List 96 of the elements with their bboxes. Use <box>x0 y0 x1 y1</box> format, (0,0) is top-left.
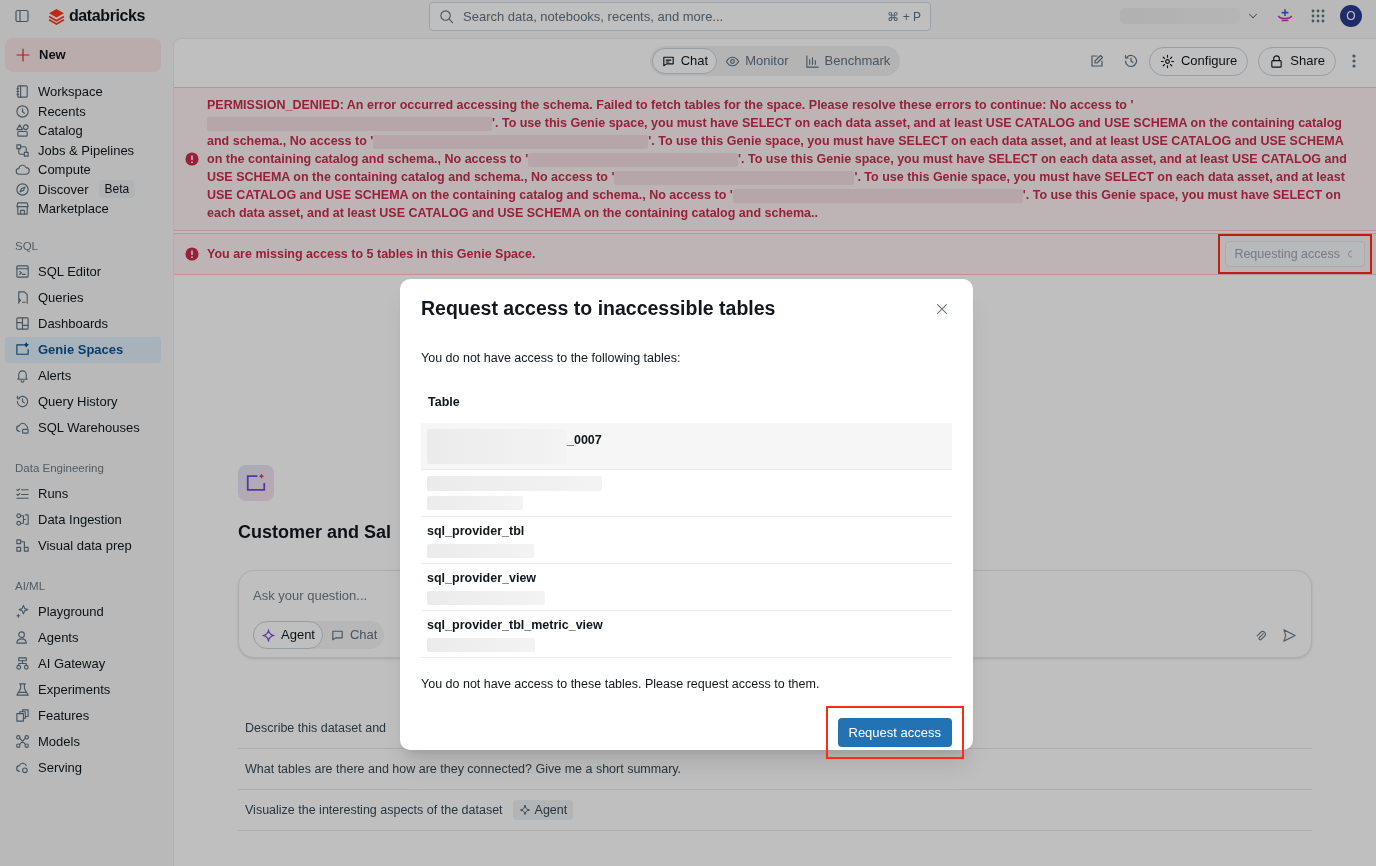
column-header: Table <box>427 394 461 412</box>
data-prep-icon <box>15 538 30 553</box>
search-icon <box>439 8 455 24</box>
flask-icon <box>15 682 30 697</box>
sidebar-item[interactable]: Query History <box>5 388 161 415</box>
beta-badge: Beta <box>98 180 136 199</box>
warehouse-icon <box>15 420 30 435</box>
book-icon <box>15 84 30 100</box>
sidebar-item[interactable]: Playground <box>5 598 161 625</box>
dashboard-icon <box>15 316 30 331</box>
bar-chart-icon <box>804 53 820 69</box>
view-tab[interactable]: Chat <box>651 48 718 74</box>
sidebar-item[interactable]: Discover Beta <box>5 179 161 199</box>
suggestion-text: Visualize the interesting aspects of the dataset <box>245 801 503 819</box>
shortcut-hint: ⌘ + P <box>887 8 922 26</box>
sidebar-item[interactable]: Queries <box>5 284 161 311</box>
compass-icon <box>15 181 30 197</box>
sidebar-item[interactable]: Catalog <box>5 121 161 141</box>
ingestion-icon <box>15 512 30 527</box>
view-tab[interactable]: Monitor <box>717 48 797 74</box>
sidebar-item[interactable]: Compute <box>5 160 161 180</box>
sidebar-item[interactable]: Workspace <box>5 82 161 102</box>
sidebar-item[interactable]: Dashboards <box>5 310 161 337</box>
sidebar-item[interactable]: Features <box>5 702 161 729</box>
request-access-button[interactable]: Request access <box>837 717 952 747</box>
sidebar-item[interactable]: Runs <box>5 480 161 507</box>
send-icon <box>1282 627 1297 643</box>
terminal-icon <box>15 264 30 279</box>
cloud-gear-icon <box>15 760 30 775</box>
apps-grid-icon[interactable] <box>1310 8 1326 24</box>
history-icon <box>1122 53 1139 69</box>
logo-icon <box>48 7 65 25</box>
error-icon <box>185 247 199 261</box>
edit-icon <box>1088 53 1105 69</box>
sidebar-item[interactable]: Jobs & Pipelines <box>5 140 161 160</box>
network-icon <box>15 734 30 749</box>
sparkle-board-icon <box>245 472 267 494</box>
sidebar-toggle-icon <box>14 8 30 24</box>
sidebar-item[interactable]: SQL Editor <box>5 258 161 285</box>
sidebar-item[interactable]: AI Gateway <box>5 650 161 677</box>
sidebar-item[interactable]: Data Ingestion <box>5 506 161 533</box>
agent-icon <box>518 804 531 816</box>
modal-footer-text: You do not have access to these tables. Please request access to them. <box>421 676 821 693</box>
plus-icon <box>15 47 31 63</box>
view-tab[interactable]: Benchmark <box>796 48 899 74</box>
suggestion-text: Describe this dataset and <box>245 719 387 737</box>
sidebar-item[interactable]: Alerts <box>5 362 161 389</box>
history-icon <box>15 394 30 409</box>
section-title: SQL <box>14 238 39 254</box>
table-name: sql_provider_tbl <box>427 523 526 539</box>
sidebar-item[interactable]: Visual data prep <box>5 532 161 559</box>
sidebar-item[interactable]: Marketplace <box>5 199 161 219</box>
store-icon <box>15 201 30 217</box>
missing-access-message: You are missing access to 5 tables in this Genie Space. <box>207 245 536 263</box>
clock-icon <box>15 103 30 119</box>
workflow-icon <box>15 142 30 158</box>
sidebar-item[interactable]: Recents <box>5 101 161 121</box>
table-row[interactable]: _0007 <box>421 423 952 470</box>
agent-chip: Agent <box>512 800 574 820</box>
table-name: sql_provider_view <box>427 570 538 586</box>
modal-title: Request access to inaccessible tables <box>421 296 776 321</box>
section-title: AI/ML <box>14 578 47 594</box>
gateway-icon <box>15 656 30 671</box>
sidebar-item[interactable]: SQL Warehouses <box>5 414 161 441</box>
lock-icon <box>1269 53 1285 69</box>
section-title: Data Engineering <box>14 460 105 476</box>
sidebar-item[interactable]: Models <box>5 728 161 755</box>
stack-icon <box>15 708 30 723</box>
mode-option[interactable]: Agent <box>253 621 323 649</box>
sparkle-board-icon <box>15 342 30 357</box>
gear-icon <box>1159 53 1175 69</box>
brand-name: databricks <box>69 6 146 26</box>
sidebar-item[interactable]: Serving <box>5 754 161 781</box>
bell-icon <box>15 368 30 383</box>
mode-option[interactable]: Chat <box>323 621 385 649</box>
person-icon <box>15 630 30 645</box>
agent-icon <box>261 627 276 643</box>
suggestion-row[interactable]: Visualize the interesting aspects of the dataset Agent <box>238 790 1312 831</box>
sidebar-item[interactable]: Agents <box>5 624 161 651</box>
table-name: sql_provider_tbl_metric_view <box>427 617 604 633</box>
new-button[interactable]: New <box>5 38 161 72</box>
sidebar-item[interactable]: Experiments <box>5 676 161 703</box>
table-name: _0007 <box>567 432 602 449</box>
space-title: Customer and Sal <box>238 521 392 544</box>
error-icon <box>185 152 199 166</box>
sidebar-item[interactable]: Genie Spaces <box>5 336 161 363</box>
error-message: PERMISSION_DENIED: An error occurred accessing the schema. Failed to fetch tables for the space. Please resolve these errors to continue: No access to ' '. To use this Genie space, you must have SELECT on each data asset, and at least USE CATALOG and USE SCHEMA on the containing catalog and schema., No access to ' '. To use this Genie space, you must have SELECT on each data asset, and at least USE CATALOG and USE SCHEMA on the containing catalog and schema., No access to ' '. To use this Genie space, you must have SELECT on each data asset, and at least USE CATALOG and USE SCHEMA on the containing catalog and schema., No access to ' '. To use this Genie space, you must have SELECT on each data asset, and at least USE CATALOG and USE SCHEMA on the containing catalog and schema., No access to ' '. To use this Genie space, you must have SELECT on each data asset, and at least USE CATALOG and USE SCHEMA on the containing catalog and schema.. <box>207 97 1348 222</box>
close-icon <box>935 301 949 316</box>
sparkle-icon <box>15 604 30 619</box>
modal-intro: You do not have access to the following tables: <box>421 350 682 368</box>
user-avatar[interactable]: O <box>1340 5 1362 27</box>
checklist-icon <box>15 486 30 501</box>
shapes-icon <box>15 123 30 139</box>
suggestion-text: What tables are there and how are they connected? Give me a short summary. <box>245 760 682 778</box>
file-icon <box>15 290 30 305</box>
cloud-icon <box>15 162 30 178</box>
